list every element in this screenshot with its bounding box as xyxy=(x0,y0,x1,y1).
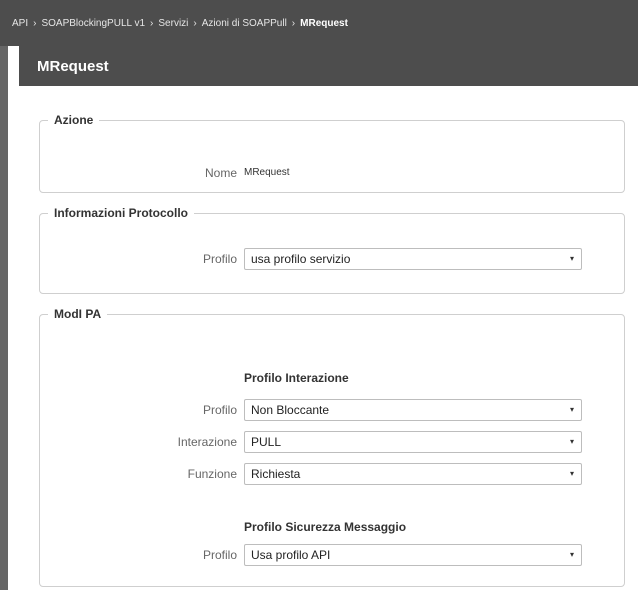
main-content: Azione Nome MRequest Informazioni Protoc… xyxy=(19,86,638,590)
funzione-selected: Richiesta xyxy=(251,467,301,481)
chevron-down-icon: ▾ xyxy=(569,469,574,478)
sicurezza-profilo-selected: Usa profilo API xyxy=(251,548,331,562)
breadcrumb-current: MRequest xyxy=(300,17,348,29)
breadcrumb-separator-icon: › xyxy=(33,17,37,29)
profilo-sicurezza-heading: Profilo Sicurezza Messaggio xyxy=(244,520,407,534)
modipa-profilo-row: Profilo Non Bloccante ▾ xyxy=(40,399,626,421)
profilo-interazione-heading: Profilo Interazione xyxy=(244,371,349,385)
chevron-down-icon: ▾ xyxy=(569,437,574,446)
modipa-profilo-selected: Non Bloccante xyxy=(251,403,330,417)
page-title: MRequest xyxy=(19,46,638,86)
informazioni-protocollo-section: Informazioni Protocollo Profilo usa prof… xyxy=(39,206,625,294)
funzione-row: Funzione Richiesta ▾ xyxy=(40,463,626,485)
nome-row: Nome MRequest xyxy=(40,162,626,184)
informazioni-protocollo-legend: Informazioni Protocollo xyxy=(54,206,188,220)
funzione-label: Funzione xyxy=(187,467,237,481)
protocollo-profilo-selected: usa profilo servizio xyxy=(251,252,351,266)
breadcrumb-separator-icon: › xyxy=(193,17,197,29)
protocollo-profilo-select[interactable]: usa profilo servizio ▾ xyxy=(244,248,582,270)
nome-label: Nome xyxy=(204,166,237,180)
protocollo-profilo-label: Profilo xyxy=(202,252,237,266)
interazione-select[interactable]: PULL ▾ xyxy=(244,431,582,453)
modipa-legend: ModI PA xyxy=(54,307,102,321)
chevron-down-icon: ▾ xyxy=(569,550,574,559)
modipa-section: ModI PA Profilo Interazione Profilo Non … xyxy=(39,307,625,587)
interazione-label: Interazione xyxy=(177,435,237,449)
chevron-down-icon: ▾ xyxy=(569,254,574,263)
sicurezza-profilo-select[interactable]: Usa profilo API ▾ xyxy=(244,544,582,566)
azione-section: Azione Nome MRequest xyxy=(39,113,625,193)
nome-value: MRequest xyxy=(244,167,290,178)
chevron-down-icon: ▾ xyxy=(569,405,574,414)
sicurezza-profilo-row: Profilo Usa profilo API ▾ xyxy=(40,544,626,566)
interazione-selected: PULL xyxy=(251,435,282,449)
breadcrumb-azioni[interactable]: Azioni di SOAPPull xyxy=(202,18,287,29)
breadcrumb-api[interactable]: API xyxy=(12,18,28,29)
left-sidebar-strip xyxy=(0,46,8,590)
interazione-row: Interazione PULL ▾ xyxy=(40,431,626,453)
breadcrumb-separator-icon: › xyxy=(150,17,154,29)
modipa-profilo-select[interactable]: Non Bloccante ▾ xyxy=(244,399,582,421)
breadcrumb-servizi[interactable]: Servizi xyxy=(158,18,188,29)
breadcrumb-api-version[interactable]: SOAPBlockingPULL v1 xyxy=(41,18,145,29)
sicurezza-profilo-label: Profilo xyxy=(202,548,237,562)
breadcrumb: API › SOAPBlockingPULL v1 › Servizi › Az… xyxy=(0,0,638,46)
azione-legend: Azione xyxy=(54,113,94,127)
funzione-select[interactable]: Richiesta ▾ xyxy=(244,463,582,485)
protocollo-profilo-row: Profilo usa profilo servizio ▾ xyxy=(40,248,626,270)
breadcrumb-separator-icon: › xyxy=(291,17,296,29)
modipa-profilo-label: Profilo xyxy=(202,403,237,417)
